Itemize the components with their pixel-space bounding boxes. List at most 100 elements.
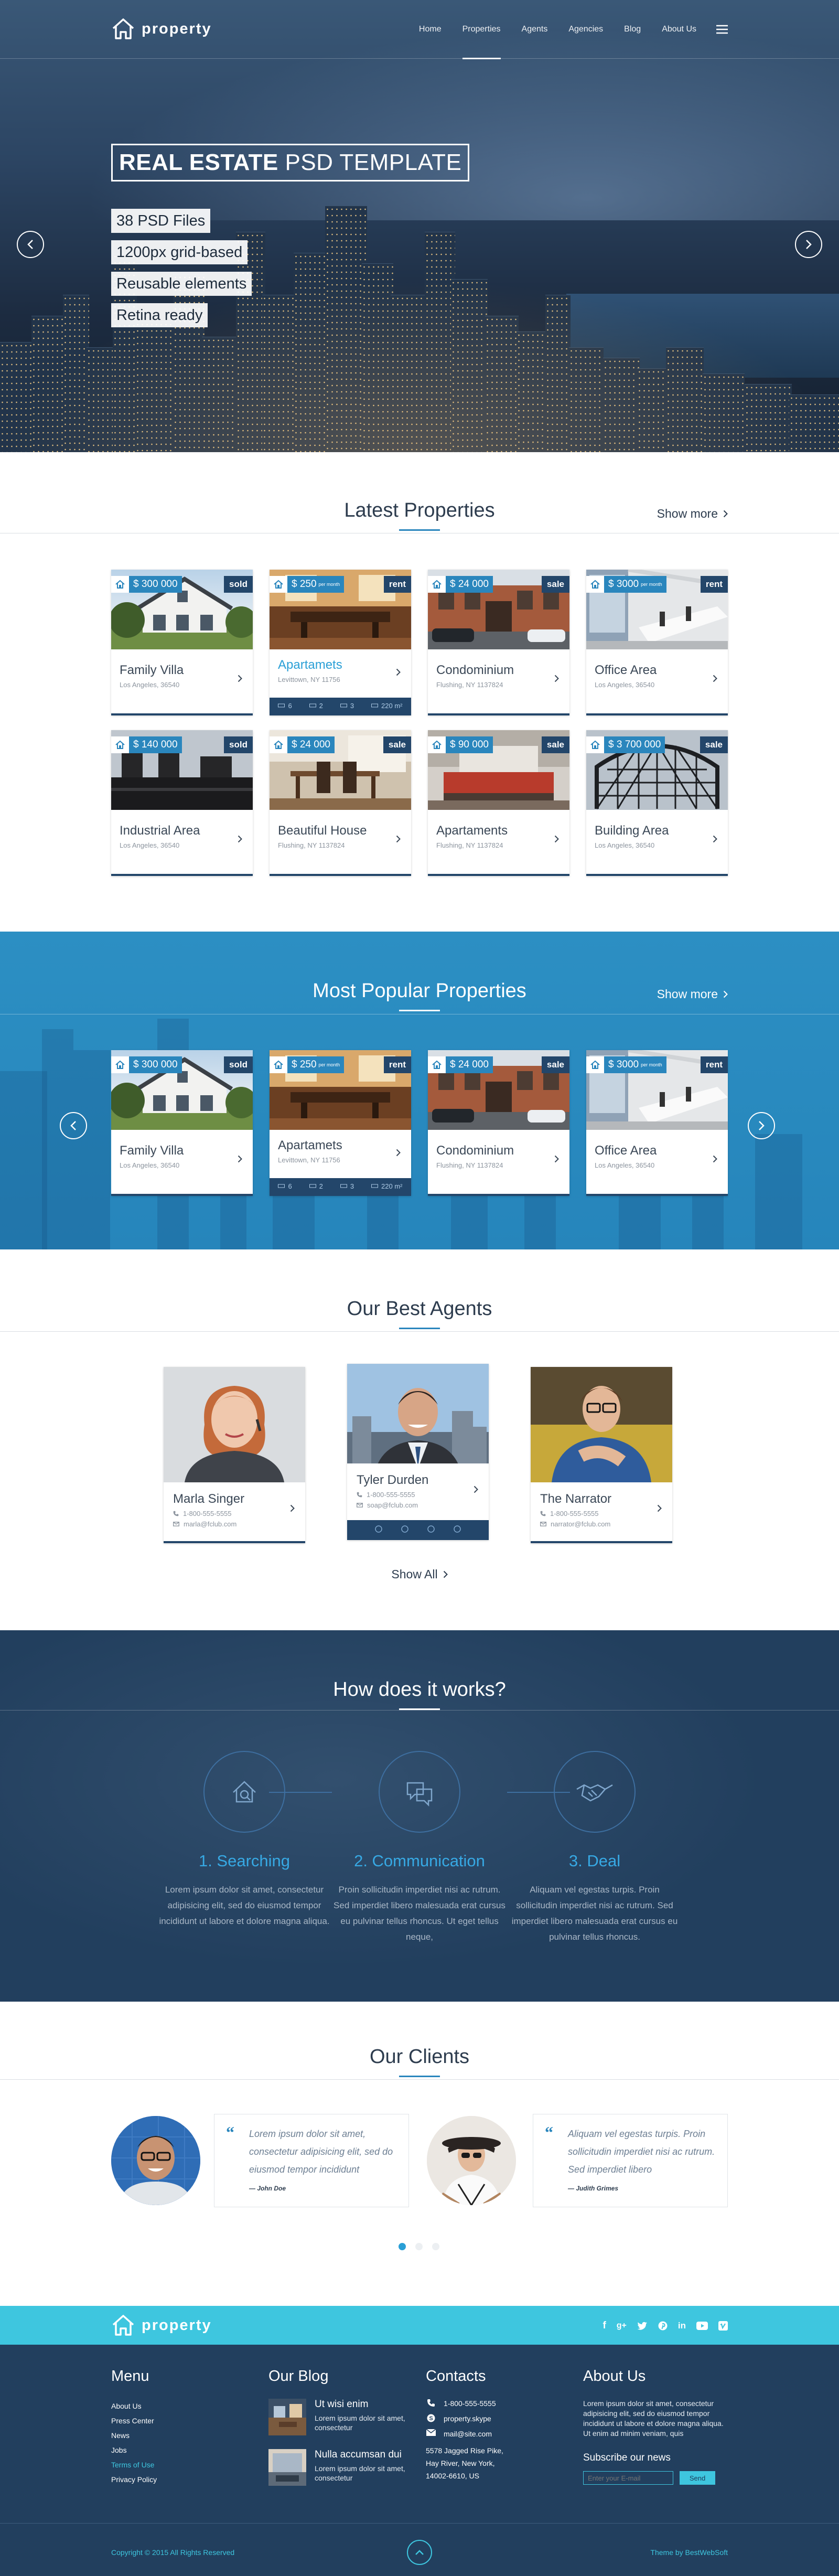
footer-menu-item[interactable]: About Us [111,2399,157,2413]
chevron-right-icon[interactable] [290,1504,295,1512]
property-name[interactable]: Office Area [595,663,657,678]
agent-photo[interactable] [531,1367,672,1482]
agent-email-text[interactable]: soap@fclub.com [367,1501,418,1509]
popular-show-more-link[interactable]: Show more [657,987,728,1001]
property-card[interactable]: $ 24 000 sale Condominium Flushing, NY 1137… [428,1050,569,1196]
property-card[interactable]: $ 250 per month rent Apartamets Levittown, N… [270,570,411,715]
property-card[interactable]: $ 3 700 000 sale Building Area Los Angeles,… [586,730,728,876]
property-name[interactable]: Family Villa [120,1143,184,1158]
linkedin-icon[interactable]: in [678,2321,686,2331]
nav-home[interactable]: Home [408,0,452,59]
property-card[interactable]: $ 250 per month rent Apartamets Levittown, N… [270,1050,411,1196]
chevron-right-icon[interactable] [554,675,559,682]
agent-name[interactable]: Marla Singer [173,1492,244,1506]
chevron-right-icon[interactable] [554,835,559,843]
agent-email-text[interactable]: marla@fclub.com [184,1520,236,1528]
show-all-agents-link[interactable]: Show All [0,1567,839,1581]
nav-agencies[interactable]: Agencies [558,0,614,59]
pinterest-icon[interactable] [658,2321,668,2331]
property-card[interactable]: $ 300 000 sold Family Villa Los Angeles, 36… [111,1050,253,1196]
subscribe-send-button[interactable]: Send [680,2471,715,2485]
facebook-icon[interactable] [375,1525,382,1533]
agent-name[interactable]: Tyler Durden [357,1473,428,1488]
brand-logo[interactable]: property [111,16,212,42]
chevron-right-icon [723,990,728,998]
property-card[interactable]: $ 90 000 sale Apartaments Flushing, NY 1137… [428,730,569,876]
agent-card[interactable]: Marla Singer 1-800-555-5555 marla@fclub.co… [164,1367,305,1543]
chevron-right-icon[interactable] [713,675,717,682]
chevron-right-icon[interactable] [713,835,717,843]
property-name[interactable]: Condominium [436,663,514,678]
blog-post-title[interactable]: Ut wisi enim [315,2399,408,2410]
chevron-right-icon[interactable] [396,1149,401,1157]
chevron-right-icon[interactable] [474,1485,478,1493]
chevron-right-icon[interactable] [554,1155,559,1163]
youtube-icon[interactable] [696,2322,708,2330]
property-name[interactable]: Beautiful House [278,824,367,838]
popular-prev-arrow-icon[interactable] [60,1112,87,1139]
footer-menu-item[interactable]: Press Center [111,2413,157,2428]
status-tag: rent [700,1056,728,1073]
contact-email-text[interactable]: mail@site.com [444,2429,492,2439]
skype-icon[interactable] [401,1525,408,1533]
agent-photo[interactable] [347,1364,489,1463]
nav-properties[interactable]: Properties [452,0,511,59]
subscribe-email-input[interactable] [583,2471,673,2485]
blog-post-title[interactable]: Nulla accumsan dui [315,2449,408,2461]
google-plus-icon[interactable] [427,1525,435,1533]
google-plus-icon[interactable]: g+ [617,2321,627,2331]
footer-menu-item[interactable]: Terms of Use [111,2457,157,2472]
property-card[interactable]: $ 140 000 sold Industrial Area Los Angeles,… [111,730,253,876]
chevron-right-icon[interactable] [396,668,401,676]
chevron-right-icon[interactable] [238,835,242,843]
pagination-dot-active[interactable] [399,2243,406,2250]
chevron-right-icon[interactable] [657,1504,662,1512]
property-name[interactable]: Apartaments [436,824,508,838]
chevron-right-icon[interactable] [713,1155,717,1163]
property-name[interactable]: Office Area [595,1143,657,1158]
pagination-dot[interactable] [415,2243,423,2250]
footer-menu-item[interactable]: Privacy Policy [111,2472,157,2487]
agent-card[interactable]: Tyler Durden 1-800-555-5555 soap@fclub.com [347,1364,489,1540]
blog-post[interactable]: Nulla accumsan dui Lorem ipsum dolor sit … [268,2449,408,2486]
nav-agents[interactable]: Agents [511,0,558,59]
property-name[interactable]: Family Villa [120,663,184,678]
contact-address-text: 5578 Jagged Rise Pike, Hay River, New Yo… [426,2446,503,2480]
property-card[interactable]: $ 3000 per month rent Office Area Los Angele… [586,1050,728,1196]
facebook-icon[interactable]: f [603,2320,606,2332]
property-card[interactable]: $ 3000 per month rent Office Area Los Angele… [586,570,728,715]
latest-show-more-link[interactable]: Show more [657,507,728,521]
property-card[interactable]: $ 300 000 sold Family Villa Los Angeles, 36… [111,570,253,715]
agent-email-text[interactable]: narrator@fclub.com [551,1520,610,1528]
agent-name[interactable]: The Narrator [540,1492,611,1506]
property-name[interactable]: Building Area [595,824,669,838]
vimeo-icon[interactable] [718,2321,728,2331]
pagination-dot[interactable] [432,2243,439,2250]
popular-next-arrow-icon[interactable] [748,1112,775,1139]
chevron-right-icon[interactable] [396,835,401,843]
hero-next-arrow-icon[interactable] [795,231,822,258]
nav-blog[interactable]: Blog [614,0,651,59]
footer-menu-item[interactable]: News [111,2428,157,2443]
property-name[interactable]: Condominium [436,1143,514,1158]
agent-card[interactable]: The Narrator 1-800-555-5555 narrator@fclub… [531,1367,672,1543]
hero-prev-arrow-icon[interactable] [17,231,44,258]
nav-about-us[interactable]: About Us [651,0,707,59]
agent-photo[interactable] [164,1367,305,1482]
property-name[interactable]: Industrial Area [120,824,200,838]
footer-logo[interactable]: property [111,2312,212,2338]
twitter-icon[interactable] [637,2322,648,2330]
property-name[interactable]: Apartamets [278,658,342,672]
how-it-works-section: How does it works? 1. Searching Lorem ips… [0,1630,839,2002]
property-card[interactable]: $ 24 000 sale Condominium Flushing, NY 1137… [428,570,569,715]
chevron-right-icon[interactable] [238,675,242,682]
blog-post[interactable]: Ut wisi enim Lorem ipsum dolor sit amet, … [268,2399,408,2435]
hamburger-menu-icon[interactable] [707,0,728,59]
chevron-right-icon[interactable] [238,1155,242,1163]
back-to-top-button[interactable] [407,2540,432,2565]
envelope-icon[interactable] [454,1525,461,1533]
property-card[interactable]: $ 24 000 sale Beautiful House Flushing, NY … [270,730,411,876]
footer-menu-item[interactable]: Jobs [111,2443,157,2457]
property-name[interactable]: Apartamets [278,1138,342,1153]
theme-credit-link[interactable]: Theme by BestWebSoft [650,2548,728,2557]
